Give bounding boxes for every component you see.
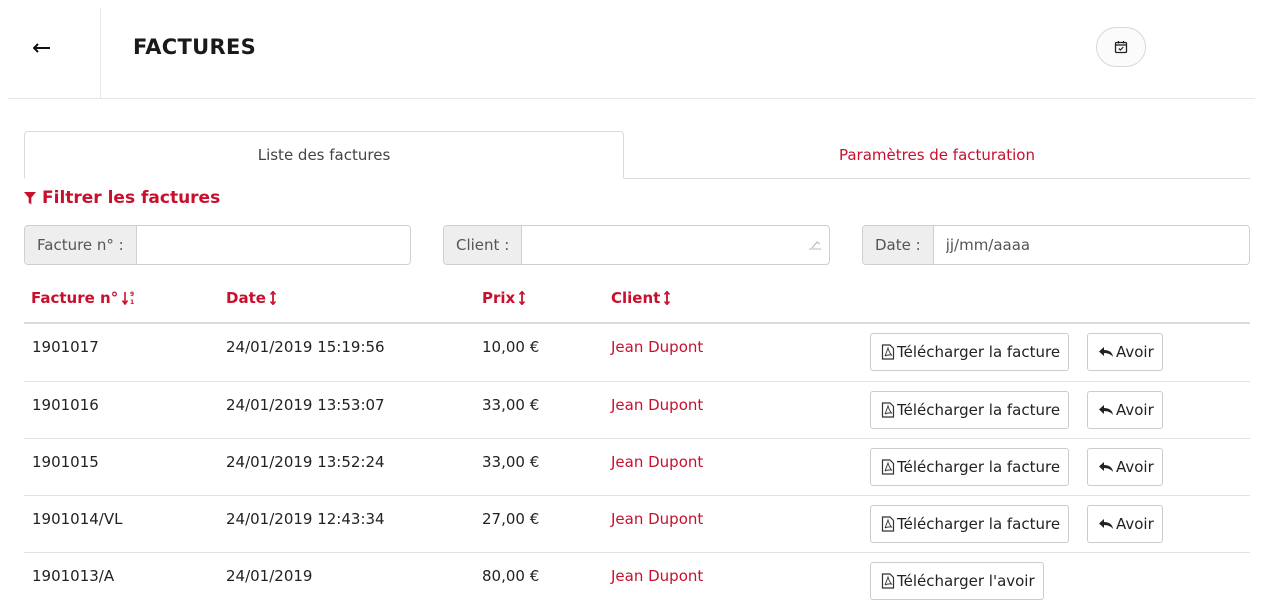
client-input[interactable] (522, 226, 801, 264)
invoice-number: 1901015 (32, 453, 99, 471)
client-link[interactable]: Jean Dupont (611, 338, 703, 356)
svg-text:1: 1 (130, 299, 134, 306)
eraser-icon (809, 241, 821, 250)
arrow-left-icon (33, 43, 50, 53)
reply-icon (1099, 405, 1113, 415)
filter-title: Filtrer les factures (42, 188, 221, 208)
pdf-file-icon (881, 344, 895, 360)
sort-icon (269, 291, 276, 305)
invoice-number-filter: Facture n° : (24, 225, 411, 265)
credit-note-button[interactable]: Avoir (1087, 333, 1163, 371)
tab-invoice-list[interactable]: Liste des factures (24, 131, 624, 179)
client-link[interactable]: Jean Dupont (611, 396, 703, 414)
invoice-number: 1901017 (32, 338, 99, 356)
table-row: 1901017 24/01/2019 15:19:56 10,00 € Jean… (24, 324, 1250, 381)
reply-icon (1099, 462, 1113, 472)
sort-numeric-asc-icon: 9 1 (122, 291, 134, 306)
download-invoice-label: Télécharger la facture (897, 343, 1061, 361)
svg-text:9: 9 (130, 291, 134, 298)
download-invoice-button[interactable]: Télécharger la facture (870, 448, 1070, 486)
download-invoice-button[interactable]: Télécharger la facture (870, 391, 1070, 429)
filter-toggle[interactable]: Filtrer les factures (24, 188, 220, 208)
reply-icon (1099, 519, 1113, 529)
column-client[interactable]: Client (611, 289, 671, 307)
funnel-icon (24, 191, 36, 204)
invoice-number: 1901014/VL (32, 510, 123, 528)
client-link[interactable]: Jean Dupont (611, 510, 703, 528)
header-separator (8, 98, 1255, 99)
download-invoice-label: Télécharger la facture (897, 458, 1061, 476)
credit-note-button[interactable]: Avoir (1087, 391, 1163, 429)
table-row: 1901016 24/01/2019 13:53:07 33,00 € Jean… (24, 381, 1250, 438)
client-filter: Client : (443, 225, 830, 265)
table-row: 1901015 24/01/2019 13:52:24 33,00 € Jean… (24, 438, 1250, 495)
invoice-price: 33,00 € (482, 453, 540, 471)
pdf-file-icon (881, 459, 895, 475)
column-invoice-number-label: Facture n° (31, 289, 119, 307)
invoice-price: 10,00 € (482, 338, 540, 356)
pdf-file-icon (881, 573, 895, 589)
invoice-date: 24/01/2019 12:43:34 (226, 510, 385, 528)
column-invoice-number[interactable]: Facture n° 9 1 (31, 289, 136, 307)
invoice-number: 1901013/A (32, 567, 115, 585)
credit-note-label: Avoir (1116, 343, 1154, 361)
download-invoice-button[interactable]: Télécharger la facture (870, 505, 1070, 543)
header-divider (100, 8, 101, 99)
column-client-label: Client (611, 289, 661, 307)
invoice-date: 24/01/2019 (226, 567, 313, 585)
calendar-button[interactable] (1096, 27, 1146, 67)
invoice-number-input[interactable] (136, 226, 410, 264)
table-row: 1901013/A 24/01/2019 80,00 € Jean Dupont… (24, 552, 1250, 604)
download-invoice-label: Télécharger la facture (897, 401, 1061, 419)
column-price[interactable]: Prix (482, 289, 526, 307)
sort-icon (664, 291, 671, 305)
download-credit-note-button[interactable]: Télécharger l'avoir (870, 562, 1044, 600)
client-link[interactable]: Jean Dupont (611, 567, 703, 585)
credit-note-label: Avoir (1116, 458, 1154, 476)
credit-note-button[interactable]: Avoir (1087, 448, 1163, 486)
pdf-file-icon (881, 516, 895, 532)
credit-note-button[interactable]: Avoir (1087, 505, 1163, 543)
download-credit-note-label: Télécharger l'avoir (897, 572, 1035, 590)
column-date[interactable]: Date (226, 289, 276, 307)
invoice-date: 24/01/2019 15:19:56 (226, 338, 385, 356)
tabs-border (623, 178, 1250, 179)
clear-icon[interactable] (801, 226, 829, 264)
page-header: FACTURES (0, 0, 1263, 99)
date-filter: Date : (862, 225, 1250, 265)
download-invoice-label: Télécharger la facture (897, 515, 1061, 533)
table-row: 1901014/VL 24/01/2019 12:43:34 27,00 € J… (24, 495, 1250, 552)
date-input[interactable] (933, 226, 1249, 264)
credit-note-label: Avoir (1116, 515, 1154, 533)
invoice-date: 24/01/2019 13:52:24 (226, 453, 385, 471)
invoice-number: 1901016 (32, 396, 99, 414)
credit-note-label: Avoir (1116, 401, 1154, 419)
tab-billing-settings[interactable]: Paramètres de facturation (624, 131, 1250, 178)
date-label: Date : (863, 226, 934, 264)
column-date-label: Date (226, 289, 266, 307)
pdf-file-icon (881, 402, 895, 418)
calendar-check-icon (1114, 41, 1128, 54)
client-label: Client : (444, 226, 523, 264)
page-title: FACTURES (133, 35, 257, 59)
invoice-price: 27,00 € (482, 510, 540, 528)
invoice-number-label: Facture n° : (25, 226, 137, 264)
invoice-price: 33,00 € (482, 396, 540, 414)
client-link[interactable]: Jean Dupont (611, 453, 703, 471)
invoice-date: 24/01/2019 13:53:07 (226, 396, 385, 414)
column-price-label: Prix (482, 289, 516, 307)
invoice-price: 80,00 € (482, 567, 540, 585)
reply-icon (1099, 347, 1113, 357)
sort-icon (519, 291, 526, 305)
back-button[interactable] (30, 38, 54, 58)
download-invoice-button[interactable]: Télécharger la facture (870, 333, 1070, 371)
